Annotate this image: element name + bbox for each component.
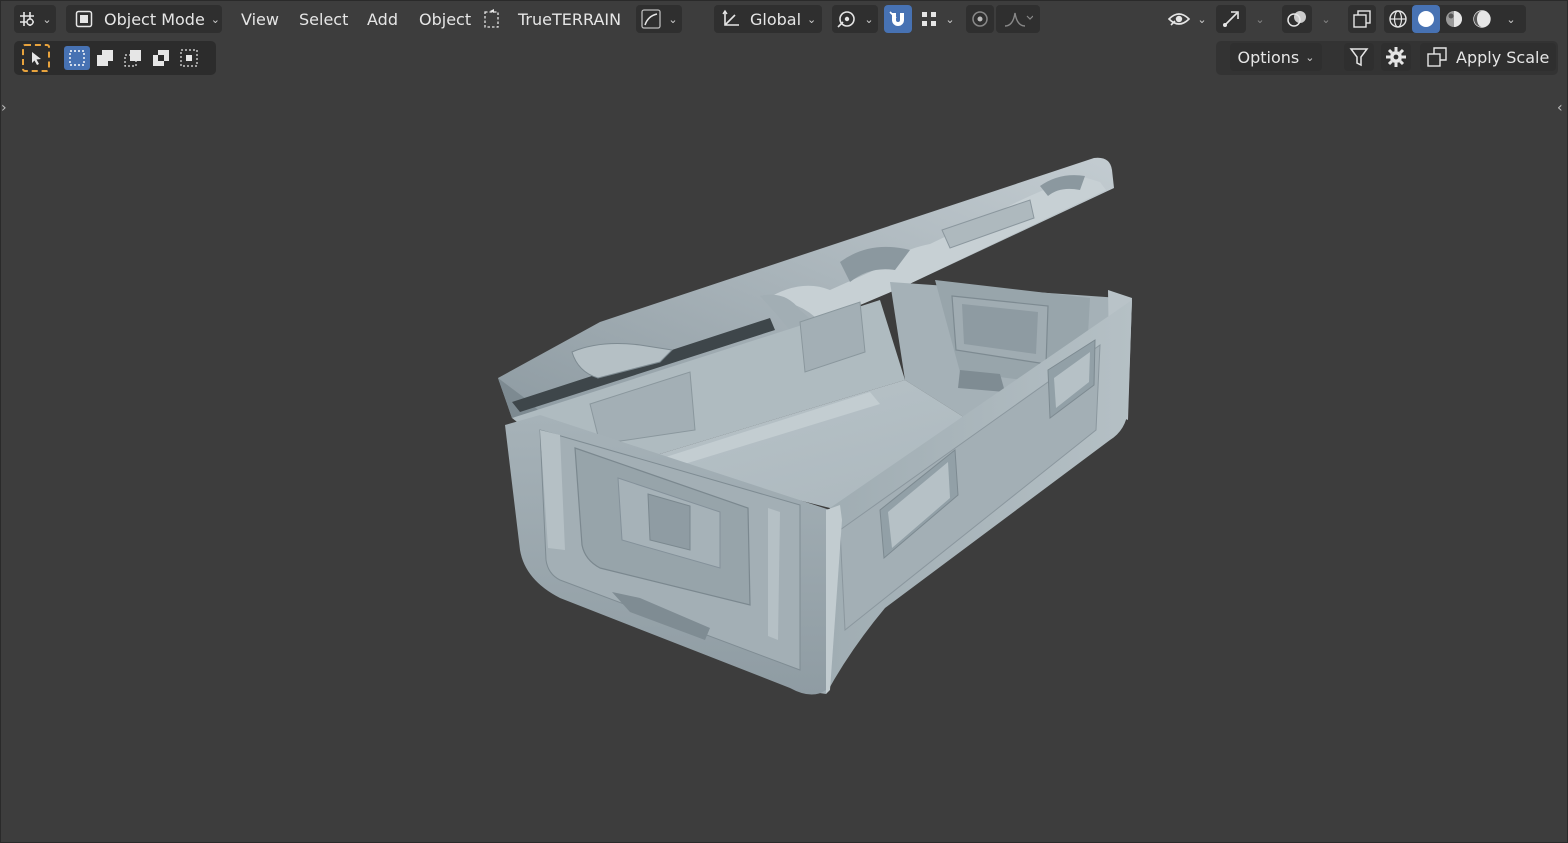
ammo-box-model[interactable] <box>0 0 1568 843</box>
